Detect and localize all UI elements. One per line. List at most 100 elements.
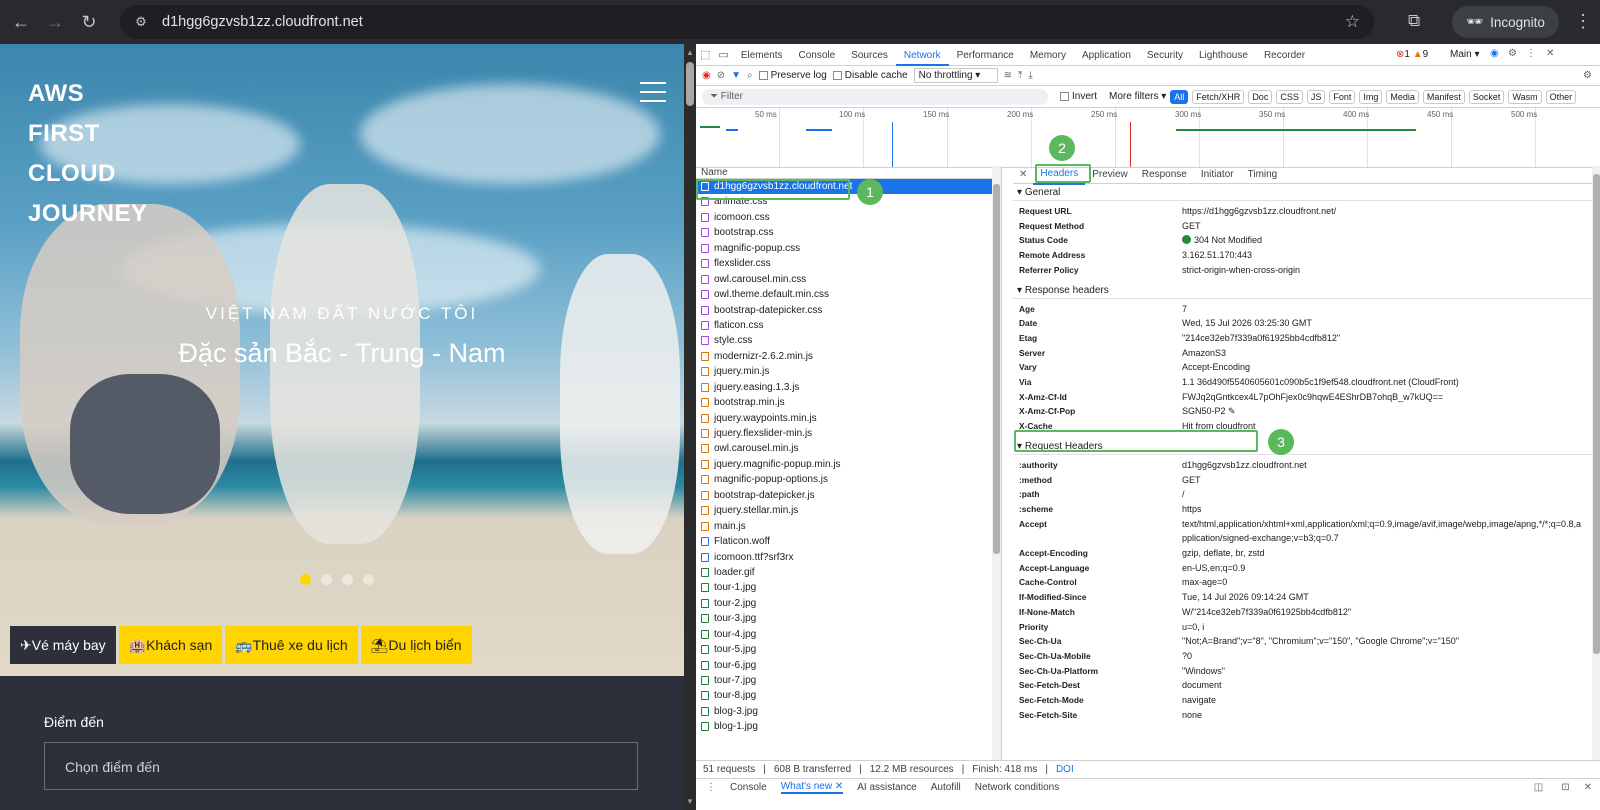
- menu-kebab-icon[interactable]: ⋮: [1574, 11, 1592, 32]
- request-row[interactable]: flexslider.css: [696, 256, 1001, 271]
- header-value[interactable]: W/"214ce32eb7f339a0f61925bb4cdfb812": [1182, 607, 1351, 617]
- filter-type-manifest[interactable]: Manifest: [1422, 89, 1465, 104]
- general-section-header[interactable]: ▾ General: [1013, 184, 1600, 201]
- tab-network[interactable]: Network: [895, 44, 949, 66]
- import-har-icon[interactable]: ⤒: [1018, 70, 1022, 81]
- request-row[interactable]: tour-7.jpg: [696, 673, 1001, 688]
- slider-dot[interactable]: [342, 574, 353, 585]
- header-value[interactable]: "Windows": [1182, 666, 1225, 676]
- tab-performance[interactable]: Performance: [949, 44, 1022, 66]
- disable-cache-checkbox[interactable]: Disable cache: [832, 70, 908, 81]
- header-value[interactable]: max-age=0: [1182, 577, 1227, 587]
- request-row[interactable]: bootstrap-datepicker.js: [696, 488, 1001, 503]
- filter-type-wasm[interactable]: Wasm: [1508, 89, 1542, 104]
- header-value[interactable]: AmazonS3: [1182, 348, 1226, 358]
- devtools-menu-icon[interactable]: ⋮: [1526, 48, 1536, 59]
- page-scrollbar[interactable]: ▲ ▼: [684, 44, 696, 810]
- filter-type-css[interactable]: CSS: [1276, 89, 1303, 104]
- export-har-icon[interactable]: ⤓: [1028, 70, 1032, 81]
- request-row[interactable]: tour-6.jpg: [696, 658, 1001, 673]
- request-row[interactable]: blog-1.jpg: [696, 719, 1001, 734]
- details-scrollbar[interactable]: [1592, 166, 1600, 760]
- filter-type-js[interactable]: JS: [1306, 89, 1326, 104]
- request-row[interactable]: blog-3.jpg: [696, 704, 1001, 719]
- close-details-icon[interactable]: ✕: [1013, 169, 1033, 180]
- drawer-tab-whats-new[interactable]: What's new ✕: [780, 781, 844, 794]
- extensions-icon[interactable]: ⧉: [1408, 11, 1420, 31]
- filter-icon[interactable]: ▼: [731, 70, 741, 81]
- drawer-close-icon[interactable]: ✕: [1584, 782, 1592, 793]
- back-icon[interactable]: ←: [8, 9, 34, 35]
- request-row[interactable]: jquery.easing.1.3.js: [696, 380, 1001, 395]
- header-value[interactable]: u=0, i: [1182, 622, 1204, 632]
- network-settings-icon[interactable]: ⚙: [1583, 70, 1592, 81]
- header-value[interactable]: "214ce32eb7f339a0f61925bb4cdfb812": [1182, 333, 1340, 343]
- tab-console[interactable]: Console: [791, 44, 844, 66]
- clear-icon[interactable]: ⊘: [717, 70, 725, 81]
- name-column-header[interactable]: Name: [696, 166, 1001, 179]
- request-list-scrollbar[interactable]: [992, 166, 1001, 760]
- filter-type-fetch[interactable]: Fetch/XHR: [1192, 89, 1245, 104]
- request-row[interactable]: loader.gif: [696, 565, 1001, 580]
- site-logo[interactable]: AWS FIRST CLOUD JOURNEY: [28, 74, 148, 234]
- header-value[interactable]: "Not;A=Brand";v="8", "Chromium";v="150",…: [1182, 636, 1459, 646]
- request-row[interactable]: tour-3.jpg: [696, 611, 1001, 626]
- header-value[interactable]: strict-origin-when-cross-origin: [1182, 265, 1300, 275]
- request-row[interactable]: magnific-popup.css: [696, 241, 1001, 256]
- request-row[interactable]: modernizr-2.6.2.min.js: [696, 349, 1001, 364]
- network-overview[interactable]: 50 ms 100 ms 150 ms 200 ms 250 ms 300 ms 350 m…: [696, 108, 1600, 168]
- header-value[interactable]: 304 Not Modified: [1194, 235, 1262, 245]
- tab-sources[interactable]: Sources: [843, 44, 896, 66]
- header-value[interactable]: SGN50-P2: [1182, 406, 1226, 416]
- slider-dot[interactable]: [363, 574, 374, 585]
- tab-security[interactable]: Security: [1139, 44, 1191, 66]
- header-value[interactable]: 1.1 36d490f5540605601c090b5c1f9ef548.clo…: [1182, 377, 1459, 387]
- url-text[interactable]: d1hgg6gzvsb1zz.cloudfront.net: [162, 14, 363, 30]
- request-row[interactable]: tour-5.jpg: [696, 642, 1001, 657]
- header-value[interactable]: FWJq2qGntkcex4L7pOhFjex0c9hqwE4EShrDB7oh…: [1182, 392, 1443, 402]
- request-row[interactable]: main.js: [696, 519, 1001, 534]
- request-row[interactable]: icomoon.css: [696, 210, 1001, 225]
- tab-application[interactable]: Application: [1074, 44, 1139, 66]
- hamburger-menu-icon[interactable]: [640, 82, 666, 109]
- settings-gear-icon[interactable]: ⚙: [1508, 48, 1517, 59]
- search-icon[interactable]: ⌕: [747, 70, 753, 81]
- request-row[interactable]: jquery.magnific-popup.min.js: [696, 457, 1001, 472]
- request-row[interactable]: owl.carousel.min.css: [696, 272, 1001, 287]
- request-row[interactable]: bootstrap.min.js: [696, 395, 1001, 410]
- tab-beach-tours[interactable]: ⛱Du lịch biển: [360, 626, 472, 664]
- drawer-menu-icon[interactable]: ⋮: [706, 782, 716, 793]
- header-value[interactable]: GET: [1182, 221, 1201, 231]
- request-row[interactable]: tour-1.jpg: [696, 580, 1001, 595]
- filter-type-all[interactable]: All: [1170, 89, 1189, 104]
- drawer-expand-icon[interactable]: ⊡: [1561, 782, 1569, 793]
- request-row[interactable]: tour-4.jpg: [696, 627, 1001, 642]
- request-row[interactable]: tour-8.jpg: [696, 688, 1001, 703]
- tab-lighthouse[interactable]: Lighthouse: [1191, 44, 1256, 66]
- drawer-tab-network-conditions[interactable]: Network conditions: [975, 782, 1059, 793]
- incognito-badge[interactable]: 🕶 Incognito: [1452, 6, 1559, 38]
- header-value[interactable]: d1hgg6gzvsb1zz.cloudfront.net: [1182, 460, 1307, 470]
- slider-dot[interactable]: [321, 574, 332, 585]
- context-selector[interactable]: Main ▾: [1450, 49, 1480, 60]
- tab-initiator[interactable]: Initiator: [1194, 166, 1241, 184]
- inspect-icon[interactable]: ⬚: [696, 48, 714, 61]
- tab-timing[interactable]: Timing: [1241, 166, 1285, 184]
- header-value[interactable]: 3.162.51.170:443: [1182, 250, 1252, 260]
- request-row[interactable]: style.css: [696, 333, 1001, 348]
- filter-type-other[interactable]: Other: [1545, 89, 1577, 104]
- header-value[interactable]: Tue, 14 Jul 2026 09:14:24 GMT: [1182, 592, 1309, 602]
- header-value[interactable]: navigate: [1182, 695, 1216, 705]
- filter-type-doc[interactable]: Doc: [1248, 89, 1273, 104]
- tab-memory[interactable]: Memory: [1022, 44, 1074, 66]
- address-bar[interactable]: ⚙ d1hgg6gzvsb1zz.cloudfront.net ☆: [120, 5, 1374, 39]
- header-value[interactable]: none: [1182, 710, 1202, 720]
- header-value[interactable]: document: [1182, 680, 1222, 690]
- network-conditions-icon[interactable]: ≋: [1004, 70, 1012, 81]
- reload-icon[interactable]: ↻: [76, 9, 102, 35]
- request-row[interactable]: magnific-popup-options.js: [696, 472, 1001, 487]
- header-value[interactable]: en-US,en;q=0.9: [1182, 563, 1245, 573]
- device-toggle-icon[interactable]: ▭: [714, 48, 732, 61]
- header-value[interactable]: gzip, deflate, br, zstd: [1182, 548, 1265, 558]
- issues-counter[interactable]: ⊗1 ▲9: [1396, 49, 1428, 60]
